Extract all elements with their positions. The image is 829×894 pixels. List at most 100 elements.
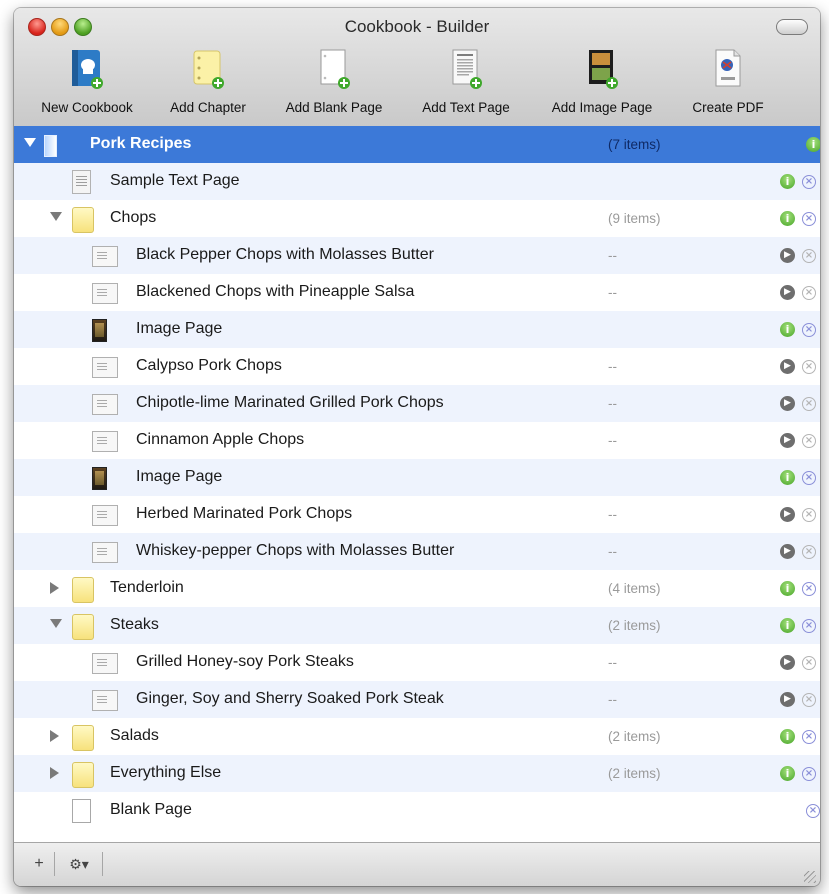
- go-arrow-button[interactable]: ▶: [780, 285, 795, 300]
- toolbar: New Cookbook Add Chapter Add Blank Page …: [14, 44, 820, 124]
- disclosure-open-icon[interactable]: [24, 138, 36, 147]
- delete-button[interactable]: ×: [802, 397, 816, 411]
- delete-button[interactable]: ×: [802, 434, 816, 448]
- add-chapter-label: Add Chapter: [170, 100, 246, 115]
- page-row[interactable]: Calypso Pork Chops -- ▶ ×: [14, 348, 820, 385]
- recipe-page-icon: [92, 505, 118, 526]
- blank-page-icon: [320, 49, 350, 89]
- row-label: Tenderloin: [110, 579, 184, 596]
- recipe-page-icon: [92, 394, 118, 415]
- page-row[interactable]: Ginger, Soy and Sherry Soaked Pork Steak…: [14, 681, 820, 718]
- row-label: Black Pepper Chops with Molasses Butter: [136, 246, 434, 263]
- item-count: --: [608, 544, 617, 559]
- resize-grip-icon[interactable]: [804, 871, 816, 883]
- row-label: Calypso Pork Chops: [136, 357, 282, 374]
- page-row[interactable]: Herbed Marinated Pork Chops -- ▶ ×: [14, 496, 820, 533]
- delete-button[interactable]: ×: [802, 175, 816, 189]
- page-row[interactable]: Black Pepper Chops with Molasses Butter -…: [14, 237, 820, 274]
- toolbar-toggle-button[interactable]: [776, 19, 808, 35]
- row-label: Grilled Honey-soy Pork Steaks: [136, 653, 354, 670]
- chapter-row[interactable]: Tenderloin (4 items) i ×: [14, 570, 820, 607]
- add-item-button[interactable]: +: [24, 852, 55, 876]
- delete-button[interactable]: ×: [802, 545, 816, 559]
- go-arrow-button[interactable]: ▶: [780, 544, 795, 559]
- delete-button[interactable]: ×: [802, 582, 816, 596]
- delete-button[interactable]: ×: [802, 693, 816, 707]
- page-row[interactable]: Blackened Chops with Pineapple Salsa -- ▶ ×: [14, 274, 820, 311]
- row-label: Cinnamon Apple Chops: [136, 431, 305, 448]
- info-button[interactable]: i: [780, 618, 795, 633]
- cookbook-row[interactable]: Pork Recipes (7 items) i: [14, 126, 820, 163]
- go-arrow-button[interactable]: ▶: [780, 655, 795, 670]
- folder-icon: [72, 614, 94, 640]
- chapter-row[interactable]: Everything Else (2 items) i ×: [14, 755, 820, 792]
- add-image-page-button[interactable]: Add Image Page: [532, 44, 672, 124]
- delete-button[interactable]: ×: [802, 730, 816, 744]
- disclosure-open-icon[interactable]: [50, 212, 62, 221]
- page-row[interactable]: Image Page i ×: [14, 311, 820, 348]
- item-count: --: [608, 248, 617, 263]
- row-label: Blank Page: [110, 801, 192, 818]
- disclosure-closed-icon[interactable]: [50, 730, 59, 742]
- go-arrow-button[interactable]: ▶: [780, 433, 795, 448]
- info-button[interactable]: i: [806, 137, 820, 152]
- recipe-page-icon: [92, 246, 118, 267]
- delete-button[interactable]: ×: [802, 656, 816, 670]
- create-pdf-button[interactable]: Create PDF: [676, 44, 780, 124]
- folder-icon: [72, 207, 94, 233]
- go-arrow-button[interactable]: ▶: [780, 396, 795, 411]
- row-label: Blackened Chops with Pineapple Salsa: [136, 283, 415, 300]
- item-count: (9 items): [608, 211, 661, 226]
- delete-button[interactable]: ×: [802, 323, 816, 337]
- delete-button[interactable]: ×: [802, 360, 816, 374]
- delete-button[interactable]: ×: [802, 249, 816, 263]
- page-row[interactable]: Blank Page ×: [14, 792, 820, 829]
- delete-button[interactable]: ×: [802, 767, 816, 781]
- page-row[interactable]: Image Page i ×: [14, 459, 820, 496]
- disclosure-closed-icon[interactable]: [50, 582, 59, 594]
- info-button[interactable]: i: [780, 581, 795, 596]
- chapter-row[interactable]: Salads (2 items) i ×: [14, 718, 820, 755]
- delete-button[interactable]: ×: [802, 471, 816, 485]
- page-row[interactable]: Whiskey-pepper Chops with Molasses Butte…: [14, 533, 820, 570]
- chapter-row[interactable]: Chops (9 items) i ×: [14, 200, 820, 237]
- page-row[interactable]: Grilled Honey-soy Pork Steaks -- ▶ ×: [14, 644, 820, 681]
- go-arrow-button[interactable]: ▶: [780, 507, 795, 522]
- add-blank-page-button[interactable]: Add Blank Page: [269, 44, 399, 124]
- page-row[interactable]: Cinnamon Apple Chops -- ▶ ×: [14, 422, 820, 459]
- info-button[interactable]: i: [780, 322, 795, 337]
- delete-button[interactable]: ×: [802, 286, 816, 300]
- info-button[interactable]: i: [780, 174, 795, 189]
- info-button[interactable]: i: [780, 470, 795, 485]
- item-count: --: [608, 359, 617, 374]
- row-label: Everything Else: [110, 764, 222, 781]
- gear-menu-button[interactable]: ⚙▾: [56, 852, 103, 876]
- chapter-row[interactable]: Steaks (2 items) i ×: [14, 607, 820, 644]
- delete-button[interactable]: ×: [802, 212, 816, 226]
- go-arrow-button[interactable]: ▶: [780, 248, 795, 263]
- add-chapter-button[interactable]: Add Chapter: [152, 44, 264, 124]
- info-button[interactable]: i: [780, 211, 795, 226]
- delete-button[interactable]: ×: [802, 508, 816, 522]
- chapter-icon: [193, 50, 224, 89]
- row-label: Pork Recipes: [90, 135, 192, 152]
- info-button[interactable]: i: [780, 729, 795, 744]
- disclosure-open-icon[interactable]: [50, 619, 62, 628]
- go-arrow-button[interactable]: ▶: [780, 359, 795, 374]
- new-cookbook-button[interactable]: New Cookbook: [24, 44, 150, 124]
- delete-button[interactable]: ×: [802, 619, 816, 633]
- item-count: --: [608, 507, 617, 522]
- row-label: Sample Text Page: [110, 172, 240, 189]
- row-label: Steaks: [110, 616, 159, 633]
- disclosure-closed-icon[interactable]: [50, 767, 59, 779]
- go-arrow-button[interactable]: ▶: [780, 692, 795, 707]
- info-button[interactable]: i: [780, 766, 795, 781]
- delete-button[interactable]: ×: [806, 804, 820, 818]
- page-row[interactable]: Chipotle-lime Marinated Grilled Pork Cho…: [14, 385, 820, 422]
- add-text-page-button[interactable]: Add Text Page: [404, 44, 528, 124]
- pdf-icon: [715, 49, 741, 87]
- row-label: Whiskey-pepper Chops with Molasses Butte…: [136, 542, 455, 559]
- page-row[interactable]: Sample Text Page i ×: [14, 163, 820, 200]
- item-count: (7 items): [608, 137, 661, 152]
- cookbook-outline[interactable]: Pork Recipes (7 items) i Sample Text Page i ×…: [14, 126, 820, 842]
